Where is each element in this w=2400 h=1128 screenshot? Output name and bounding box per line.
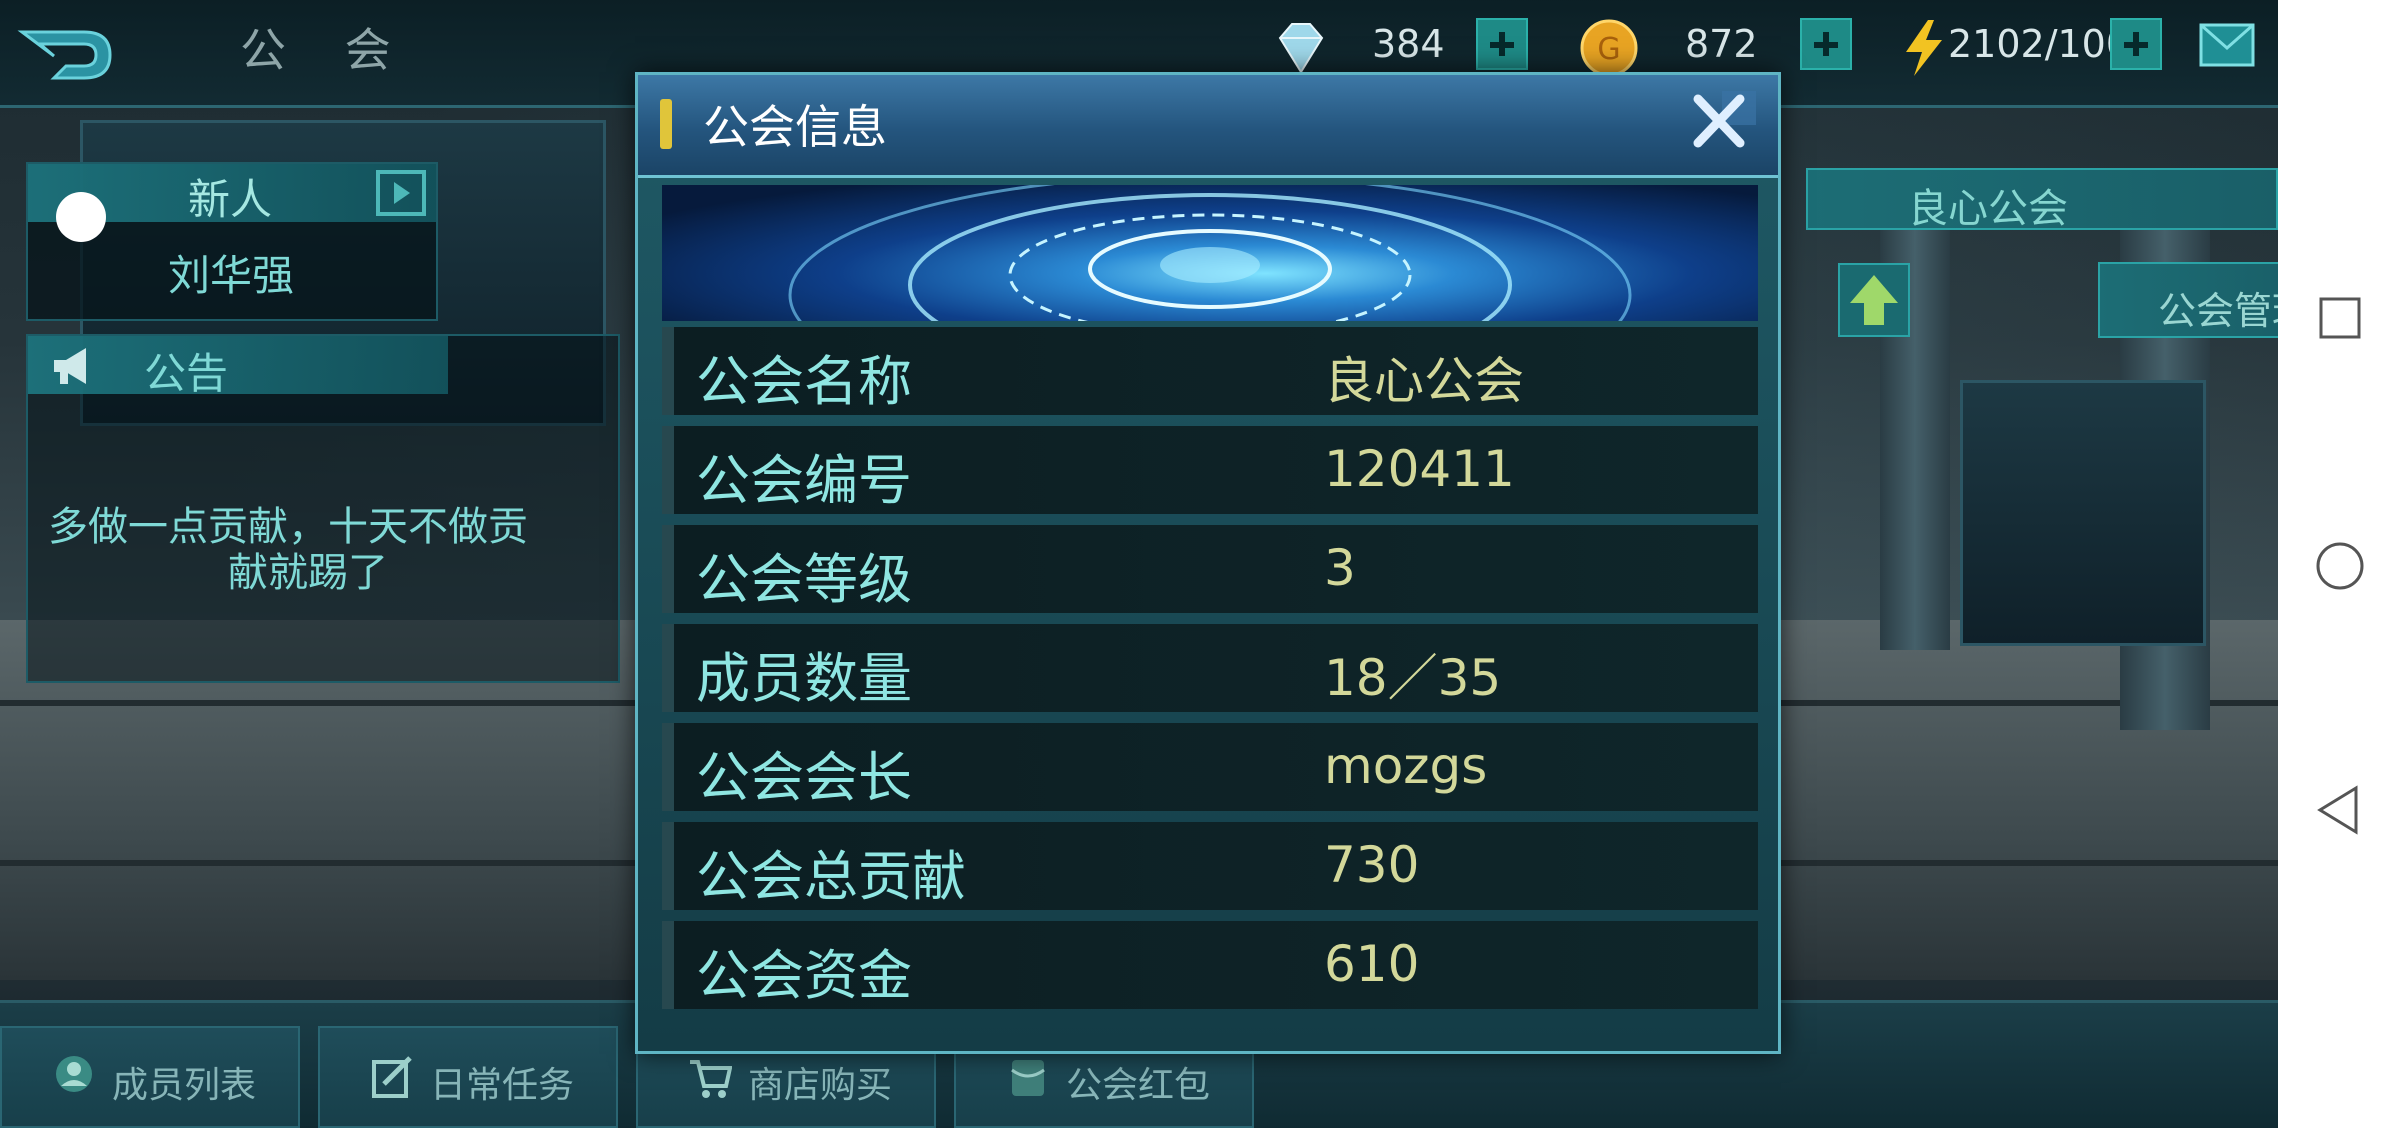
add-energy-button[interactable]: [2110, 18, 2162, 70]
info-label: 公会资金: [696, 944, 912, 1007]
info-row-guild-name: 公会名称 良心公会: [662, 327, 1758, 415]
info-row-guild-id: 公会编号 120411: [662, 426, 1758, 514]
system-nav-bar: [2278, 0, 2400, 1128]
guild-name-tag: 良心公会: [1806, 168, 2278, 232]
info-label: 公会名称: [696, 350, 912, 413]
game-screen: 公 会 384 G 872 2102/100 新人 刘华强 公告 多做一点贡献，…: [0, 0, 2278, 1128]
notice-title: 公告: [144, 349, 229, 398]
lightning-icon: [1906, 20, 1942, 76]
gems-count: 384: [1372, 22, 1445, 66]
back-arrow-icon: [17, 30, 112, 80]
info-label: 公会会长: [696, 746, 912, 809]
mail-icon[interactable]: [2198, 20, 2256, 70]
info-row-guild-level: 公会等级 3: [662, 525, 1758, 613]
add-gold-button[interactable]: [1800, 18, 1852, 70]
tab-label: 公会红包: [1066, 1065, 1211, 1106]
page-title: 公 会: [240, 23, 413, 77]
guild-info-dialog: 公会信息 公会名称 良心公会 公会编号 120411 公会等级 3 成员数量 1…: [635, 72, 1781, 1054]
gold-coin-icon: G: [1580, 19, 1638, 77]
member-name: 刘华强: [168, 251, 295, 300]
close-icon: [1693, 91, 1756, 148]
info-label: 公会等级: [696, 548, 912, 611]
upgrade-button[interactable]: [1838, 263, 1910, 337]
switch-icon[interactable]: [374, 168, 428, 218]
info-row-total-contribution: 公会总贡献 730: [662, 822, 1758, 910]
member-rank: 新人: [188, 175, 273, 224]
info-row-guild-funds: 公会资金 610: [662, 921, 1758, 1009]
back-button[interactable]: [14, 22, 118, 88]
info-value: 3: [1324, 539, 1356, 597]
notice-text-line2: 献就踢了: [228, 550, 388, 596]
energy-count: 2102/100: [1948, 22, 2131, 66]
tab-label: 商店购买: [748, 1065, 893, 1106]
info-value: 730: [1324, 836, 1420, 894]
tab-daily-task[interactable]: 日常任务: [318, 1026, 618, 1128]
notice-panel: 公告 多做一点贡献，十天不做贡 献就踢了: [26, 334, 620, 683]
up-arrow-icon: [1850, 275, 1898, 325]
info-row-guild-leader: 公会会长 mozgs: [662, 723, 1758, 811]
avatar: [56, 192, 106, 242]
home-icon[interactable]: [2314, 540, 2366, 592]
red-envelope-icon: [1011, 1060, 1045, 1096]
member-icon: [56, 1056, 92, 1092]
info-label: 公会总贡献: [696, 845, 966, 908]
info-value: mozgs: [1324, 737, 1488, 795]
diamond-icon: [1278, 23, 1324, 74]
tab-label: 日常任务: [430, 1065, 575, 1106]
info-row-member-count: 成员数量 18／35: [662, 624, 1758, 712]
info-value: 610: [1324, 935, 1420, 993]
svg-text:G: G: [1597, 32, 1620, 67]
gold-count: 872: [1685, 22, 1758, 66]
header-accent: [660, 99, 672, 149]
close-button[interactable]: [1688, 89, 1760, 153]
recent-apps-icon[interactable]: [2318, 296, 2362, 340]
guild-name-tag-label: 良心公会: [1908, 186, 2068, 232]
guild-manage-label: 公会管理: [2158, 289, 2278, 333]
guild-banner-image: [662, 185, 1758, 321]
tab-member-list[interactable]: 成员列表: [0, 1026, 300, 1128]
info-label: 成员数量: [696, 647, 912, 710]
add-gems-button[interactable]: [1476, 18, 1528, 70]
guild-info-list: 公会名称 良心公会 公会编号 120411 公会等级 3 成员数量 18／35 …: [662, 327, 1758, 1020]
tab-label: 成员列表: [112, 1065, 257, 1106]
background-machine: [1960, 380, 2206, 646]
info-value: 18／35: [1324, 649, 1502, 707]
cart-icon: [690, 1060, 732, 1098]
info-value: 120411: [1324, 440, 1515, 498]
dialog-header: 公会信息: [638, 75, 1778, 178]
member-card: 新人 刘华强: [26, 162, 438, 321]
task-icon: [372, 1056, 412, 1098]
dialog-title: 公会信息: [703, 100, 887, 154]
megaphone-icon: [54, 348, 86, 384]
holographic-emblem: [788, 185, 1632, 321]
info-value: 良心公会: [1324, 352, 1524, 410]
guild-manage-button[interactable]: 公会管理: [2098, 262, 2278, 338]
back-icon[interactable]: [2316, 784, 2362, 836]
info-label: 公会编号: [696, 449, 912, 512]
